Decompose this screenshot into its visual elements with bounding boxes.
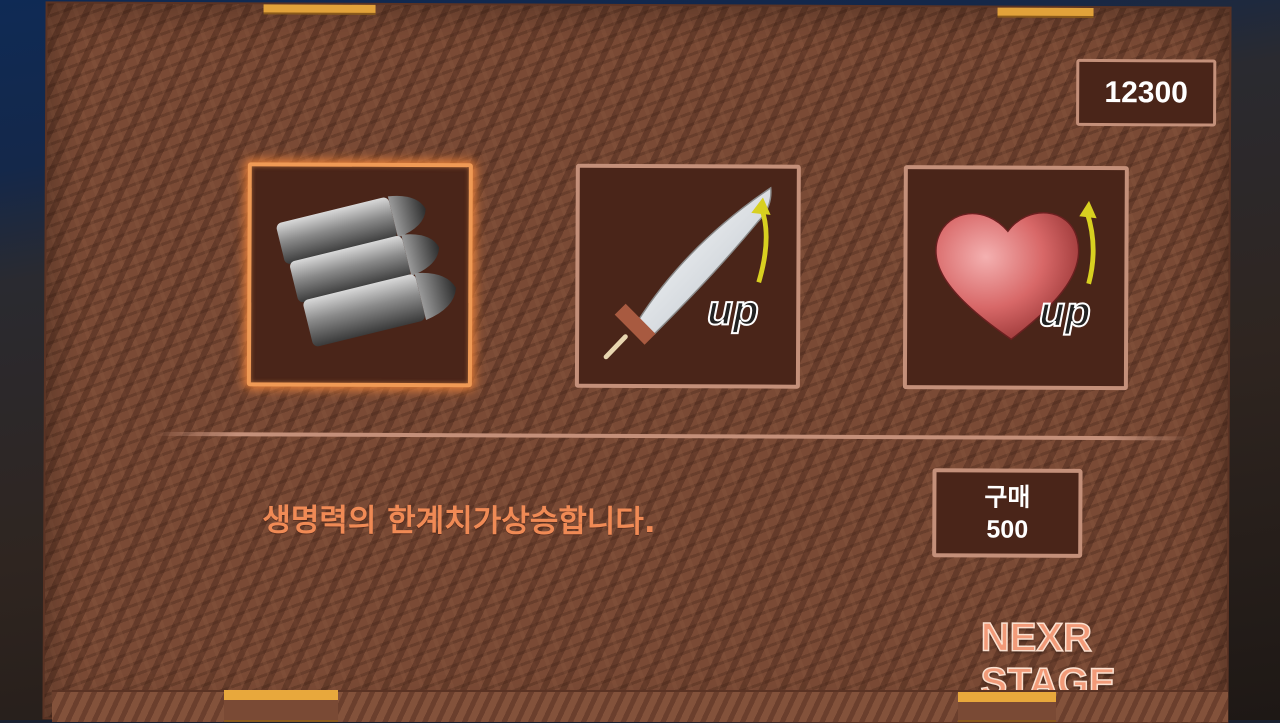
board-clip bbox=[958, 692, 1056, 720]
game-background: 12300 up up 생명력의 한계치가상승합니다. 구매 500 NEXR … bbox=[0, 0, 1280, 723]
board-clip bbox=[224, 690, 338, 720]
shop-item-bullets[interactable] bbox=[246, 162, 473, 388]
item-description: 생명력의 한계치가상승합니다. bbox=[262, 502, 656, 541]
currency-amount: 12300 bbox=[1104, 75, 1188, 109]
buy-price: 500 bbox=[986, 515, 1029, 544]
sword-upgrade-icon bbox=[603, 186, 772, 360]
divider bbox=[153, 431, 1194, 441]
up-badge: up bbox=[1038, 287, 1092, 336]
buy-label: 구매 bbox=[984, 482, 1031, 512]
up-badge: up bbox=[706, 285, 760, 334]
bullets-icon bbox=[276, 195, 456, 347]
heart-upgrade-icon bbox=[935, 200, 1097, 341]
shop-item-heart-upgrade[interactable]: up bbox=[902, 165, 1129, 391]
shop-item-sword-upgrade[interactable]: up bbox=[574, 163, 801, 389]
board-clip bbox=[263, 4, 376, 13]
board-clip bbox=[997, 7, 1094, 16]
buy-button[interactable]: 구매 500 bbox=[932, 468, 1083, 558]
currency-display: 12300 bbox=[1076, 58, 1217, 127]
shop-board: 12300 up up 생명력의 한계치가상승합니다. 구매 500 NEXR … bbox=[44, 3, 1230, 723]
